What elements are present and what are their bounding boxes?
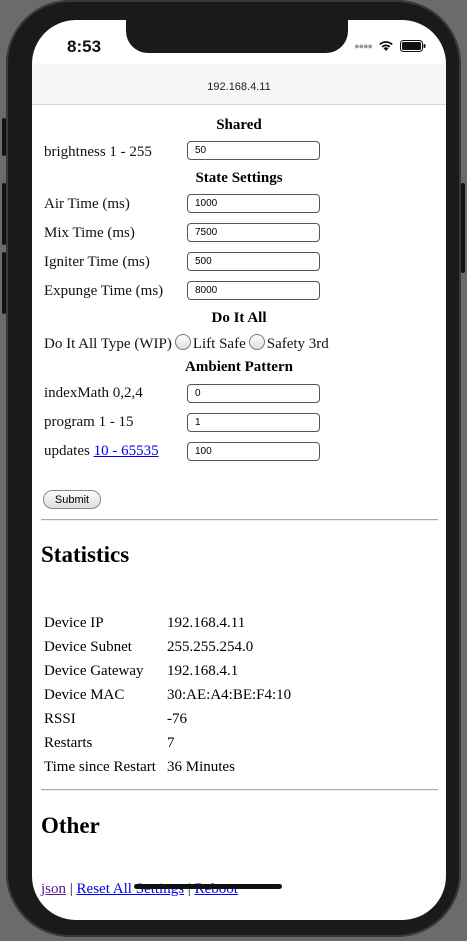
igniter-time-label: Igniter Time (ms) (44, 254, 150, 270)
url-text: 192.168.4.11 (207, 81, 271, 93)
mix-time-label: Mix Time (ms) (44, 225, 135, 241)
screen: 8:53 ●●●● 192.168.4.11 Shared brightness… (32, 20, 446, 920)
stat-label: RSSI (44, 711, 76, 727)
expunge-time-input[interactable]: 8000 (187, 281, 320, 300)
lift-safe-radio[interactable] (174, 334, 191, 350)
stat-value: 192.168.4.11 (167, 615, 246, 631)
program-label: program 1 - 15 (44, 414, 134, 430)
mix-time-input[interactable]: 7500 (187, 223, 320, 242)
do-it-all-heading: Do It All (211, 310, 267, 326)
stat-label: Device Subnet (44, 639, 132, 655)
do-it-all-type-label: Do It All Type (WIP) (44, 336, 172, 352)
safety-3rd-radio[interactable] (248, 334, 265, 350)
power-button (461, 183, 465, 273)
ambient-pattern-heading: Ambient Pattern (185, 359, 293, 375)
stat-value: 255.255.254.0 (167, 639, 254, 655)
address-bar[interactable]: 192.168.4.11 (32, 64, 446, 105)
state-settings-heading: State Settings (195, 170, 283, 186)
notch (126, 20, 348, 53)
wifi-icon (379, 41, 393, 51)
json-link[interactable]: json (41, 881, 66, 897)
indexmath-label: indexMath 0,2,4 (44, 385, 143, 401)
volume-up-button (2, 183, 6, 245)
mute-switch (2, 118, 6, 156)
updates-range-link[interactable]: 10 - 65535 (94, 443, 159, 459)
stat-value: -76 (167, 711, 187, 727)
brightness-label: brightness 1 - 255 (44, 144, 152, 160)
home-indicator[interactable] (134, 884, 282, 889)
air-time-label: Air Time (ms) (44, 196, 130, 212)
submit-button[interactable]: Submit (43, 490, 101, 509)
stat-value: 192.168.4.1 (167, 663, 239, 679)
safety-3rd-label[interactable]: Safety 3rd (267, 336, 329, 352)
brightness-input[interactable]: 50 (187, 141, 320, 160)
stat-label: Device IP (44, 615, 104, 631)
signal-icon: ●●●● (354, 41, 373, 51)
status-icons: ●●●● (354, 40, 426, 52)
battery-icon (400, 40, 426, 52)
stat-label: Time since Restart (44, 759, 156, 775)
program-input[interactable]: 1 (187, 413, 320, 432)
phone-frame: 8:53 ●●●● 192.168.4.11 Shared brightness… (2, 0, 465, 937)
do-it-all-row: Do It All Type (WIP) Lift Safe Safety 3rd (44, 334, 329, 353)
volume-down-button (2, 252, 6, 314)
igniter-time-input[interactable]: 500 (187, 252, 320, 271)
divider-statistics (41, 519, 438, 521)
other-heading: Other (41, 813, 100, 838)
stat-label: Device Gateway (44, 663, 144, 679)
updates-input[interactable]: 100 (187, 442, 320, 461)
stat-value: 7 (167, 735, 175, 751)
status-time: 8:53 (67, 37, 102, 56)
stat-value: 30:AE:A4:BE:F4:10 (167, 687, 292, 703)
indexmath-input[interactable]: 0 (187, 384, 320, 403)
stat-label: Device MAC (44, 687, 125, 703)
statistics-heading: Statistics (41, 542, 130, 567)
shared-heading: Shared (216, 117, 262, 133)
divider-other (41, 789, 438, 791)
expunge-time-label: Expunge Time (ms) (44, 283, 164, 299)
link-separator: | (69, 881, 73, 897)
air-time-input[interactable]: 1000 (187, 194, 320, 213)
updates-row: updates 10 - 65535 (44, 443, 159, 460)
stat-label: Restarts (44, 735, 93, 751)
stat-value: 36 Minutes (167, 759, 235, 775)
lift-safe-label[interactable]: Lift Safe (193, 336, 246, 352)
updates-label: updates (44, 443, 90, 459)
